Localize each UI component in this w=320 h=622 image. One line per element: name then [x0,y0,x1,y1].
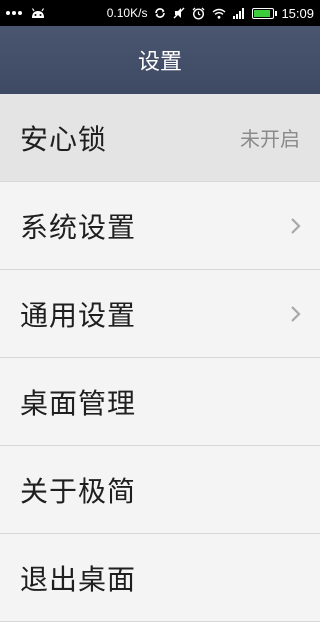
battery-icon [252,7,278,19]
status-time: 15:09 [281,5,314,21]
chevron-right-icon [291,217,301,234]
settings-item-label: 通用设置 [20,298,137,332]
settings-item-exit[interactable]: 退出桌面 [0,534,320,622]
battery-level [254,9,270,17]
signal-icon [233,7,245,19]
security-lock-status: 未开启 [240,127,300,151]
wifi-icon [213,8,226,19]
settings-item-label: 关于极简 [20,474,137,508]
settings-item-label: 系统设置 [20,210,137,244]
network-speed: 0.10K/s [106,6,148,20]
sync-icon [155,8,166,18]
more-dots-icon [6,11,22,15]
page-title: 设置 [137,50,182,75]
settings-item-system[interactable]: 系统设置 [0,182,320,270]
android-icon [31,8,45,18]
mute-icon [173,7,185,19]
settings-item-about[interactable]: 关于极简 [0,446,320,534]
alarm-icon [192,7,205,20]
settings-item-desktop-management[interactable]: 桌面管理 [0,358,320,446]
status-bar: 0.10K/s 15:09 [0,0,320,26]
settings-item-label: 安心锁 [20,122,108,156]
settings-item-security-lock[interactable]: 安心锁 未开启 [0,94,320,182]
chevron-right-icon [291,305,301,322]
settings-item-label: 桌面管理 [20,386,137,420]
settings-item-general[interactable]: 通用设置 [0,270,320,358]
settings-list: 安心锁 未开启 系统设置 通用设置 桌面管理 关于极简 退出桌面 [0,94,320,622]
settings-item-label: 退出桌面 [20,562,137,596]
page-header: 设置 [0,26,320,94]
